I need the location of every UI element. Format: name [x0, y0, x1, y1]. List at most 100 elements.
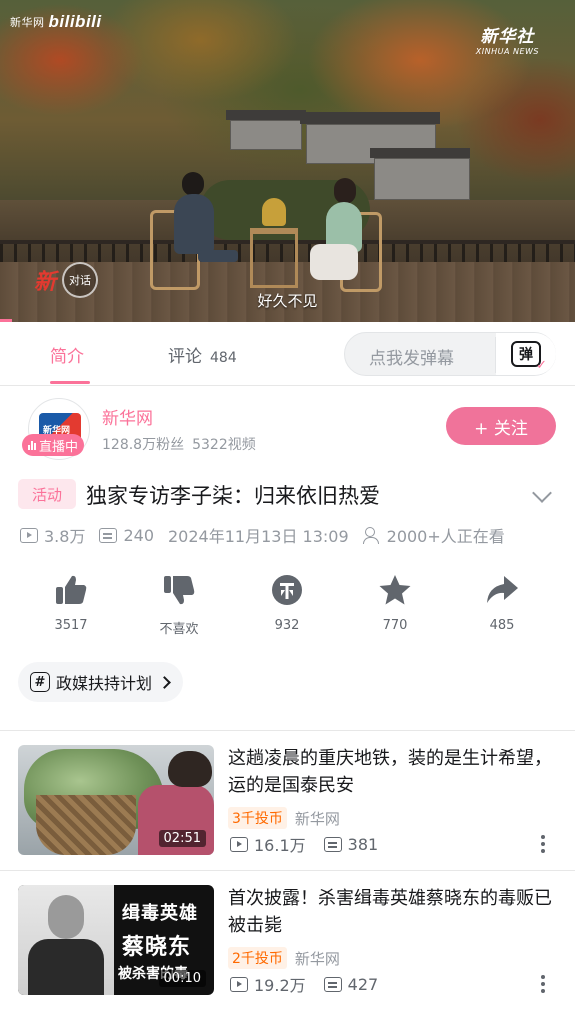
comments-count: 484 — [210, 350, 237, 366]
watching-now: 2000+人正在看 — [386, 527, 505, 546]
publish-datetime: 2024年11月13日 13:09 — [168, 527, 349, 546]
danmaku-count-icon — [323, 976, 342, 992]
recommended-video-stats: 16.1万 381 — [230, 832, 378, 856]
house — [230, 120, 302, 150]
recommended-video-tags: 2千投币 新华网 — [228, 947, 340, 969]
chevron-right-icon — [158, 675, 171, 689]
danmu-icon: 弹 — [511, 341, 547, 373]
coin-icon — [272, 575, 302, 605]
dislike-button[interactable]: 不喜欢 — [139, 574, 219, 637]
thumbnail-uniform — [28, 939, 104, 995]
video-duration: 02:51 — [158, 830, 206, 847]
tab-bar: 简介 评论 484 点我发弹幕 弹 — [0, 322, 575, 386]
coin-tag: 3千投币 — [228, 807, 287, 829]
live-badge-label: 直播中 — [39, 439, 79, 455]
recommended-video-danmaku: 381 — [347, 834, 379, 854]
share-icon — [487, 576, 518, 603]
more-options-icon[interactable] — [540, 975, 546, 993]
recommended-video-title[interactable]: 首次披露！杀害缉毒英雄蔡晓东的毒贩已被击毙 — [228, 885, 558, 939]
play-count-icon — [20, 527, 38, 543]
video-thumbnail[interactable]: 02:51 — [18, 745, 214, 855]
bilibili-logo: bilibili — [48, 12, 102, 31]
danmaku-count-icon — [323, 836, 342, 852]
thumbs-down-icon — [164, 576, 195, 605]
video-player[interactable]: 新华网 bilibili 新华社 XINHUA NEWS 新 对话 好久不见 — [0, 0, 575, 322]
interviewer — [174, 194, 214, 254]
recommended-video-views: 16.1万 — [254, 836, 306, 855]
danmu-input-placeholder[interactable]: 点我发弹幕 — [369, 344, 454, 369]
house-roof — [370, 148, 470, 158]
tab-comments-label: 评论 — [168, 347, 202, 367]
like-count: 3517 — [54, 618, 88, 633]
xinhua-news-watermark: 新华社 XINHUA NEWS — [476, 22, 539, 56]
live-bars-icon — [28, 440, 36, 450]
interviewer-legs — [198, 250, 238, 262]
chevron-down-icon[interactable] — [532, 483, 552, 503]
video-duration: 00:10 — [158, 970, 206, 987]
video-meta: 3.8万 240 2024年11月13日 13:09 2000+人正在看 — [20, 523, 505, 547]
view-count: 3.8万 — [44, 527, 86, 546]
uploader-stats: 128.8万粉丝 5322视频 — [102, 434, 256, 454]
thumbnail-caption-1: 缉毒英雄 — [122, 903, 198, 924]
recommended-video-danmaku: 427 — [347, 974, 379, 994]
coin-button[interactable]: 932 — [247, 574, 327, 633]
recommended-video-views: 19.2万 — [254, 976, 306, 995]
house — [374, 158, 470, 200]
recommended-video-stats: 19.2万 427 — [230, 972, 378, 996]
danmu-input-box[interactable]: 点我发弹幕 弹 — [344, 332, 556, 376]
thumbnail-face — [48, 895, 84, 939]
topic-chip-label: 政媒扶持计划 — [56, 674, 153, 693]
activity-tag[interactable]: 活动 — [18, 479, 76, 509]
share-button[interactable]: 485 — [462, 574, 542, 633]
watermark-xinhua-en: XINHUA NEWS — [475, 47, 539, 56]
tab-intro[interactable]: 简介 — [50, 342, 84, 367]
danmaku-count: 240 — [123, 525, 154, 545]
coin-tag: 2千投币 — [228, 947, 287, 969]
house-roof — [300, 112, 440, 124]
action-bar: 3517 不喜欢 932 770 485 — [0, 574, 575, 638]
coin-count: 932 — [274, 618, 300, 633]
like-button[interactable]: 3517 — [31, 574, 111, 633]
play-count-icon — [230, 836, 248, 852]
house-roof — [226, 110, 306, 120]
thumbnail-caption-2: 蔡晓东 — [122, 935, 192, 960]
tab-comments[interactable]: 评论 484 — [168, 342, 237, 367]
watermark-left: 新华网 bilibili — [10, 12, 102, 32]
video-subtitle: 好久不见 — [257, 292, 318, 310]
video-title: 独家专访李子柒：归来依旧热爱 — [86, 484, 380, 508]
star-icon — [379, 575, 411, 605]
thumbs-up-icon — [56, 575, 87, 604]
share-count: 485 — [489, 618, 515, 633]
flowers — [262, 198, 286, 226]
list-item[interactable]: 缉毒英雄 蔡晓东 被杀害的毒 00:10 首次披露！杀害缉毒英雄蔡晓东的毒贩已被… — [0, 871, 575, 1001]
danmaku-count-icon — [99, 527, 118, 543]
follow-button[interactable]: + 关注 — [446, 407, 556, 445]
interviewer-head — [182, 172, 204, 196]
live-badge[interactable]: 直播中 — [22, 434, 85, 456]
hashtag-icon: # — [30, 672, 50, 692]
uploader-video-count: 5322视频 — [192, 437, 256, 453]
viewers-icon — [362, 527, 381, 544]
list-item[interactable]: 02:51 这趟凌晨的重庆地铁，装的是生计希望，运的是国泰民安 3千投币 新华网… — [0, 731, 575, 861]
video-thumbnail[interactable]: 缉毒英雄 蔡晓东 被杀害的毒 00:10 — [18, 885, 214, 995]
favorite-count: 770 — [382, 618, 408, 633]
recommended-video-tags: 3千投币 新华网 — [228, 807, 340, 829]
uploader-name[interactable]: 新华网 — [102, 404, 153, 429]
recommended-video-title[interactable]: 这趟凌晨的重庆地铁，装的是生计希望，运的是国泰民安 — [228, 745, 558, 799]
favorite-button[interactable]: 770 — [355, 574, 435, 633]
thumbnail-person-head — [168, 751, 212, 787]
watermark-xinhuanet: 新华网 — [10, 16, 45, 29]
more-options-icon[interactable] — [540, 835, 546, 853]
recommended-video-author: 新华网 — [294, 809, 340, 828]
guest-legs — [310, 244, 358, 280]
dislike-label: 不喜欢 — [159, 622, 199, 637]
tab-active-indicator — [50, 381, 90, 384]
play-count-icon — [230, 976, 248, 992]
guest-head — [334, 178, 356, 204]
recommended-video-author: 新华网 — [294, 949, 340, 968]
danmu-toggle-button[interactable]: 弹 — [496, 333, 556, 375]
watermark-xinhua-cn: 新华社 — [480, 27, 535, 47]
thumbnail-basket — [36, 795, 136, 855]
table — [250, 228, 298, 288]
topic-chip[interactable]: # 政媒扶持计划 — [18, 662, 184, 702]
